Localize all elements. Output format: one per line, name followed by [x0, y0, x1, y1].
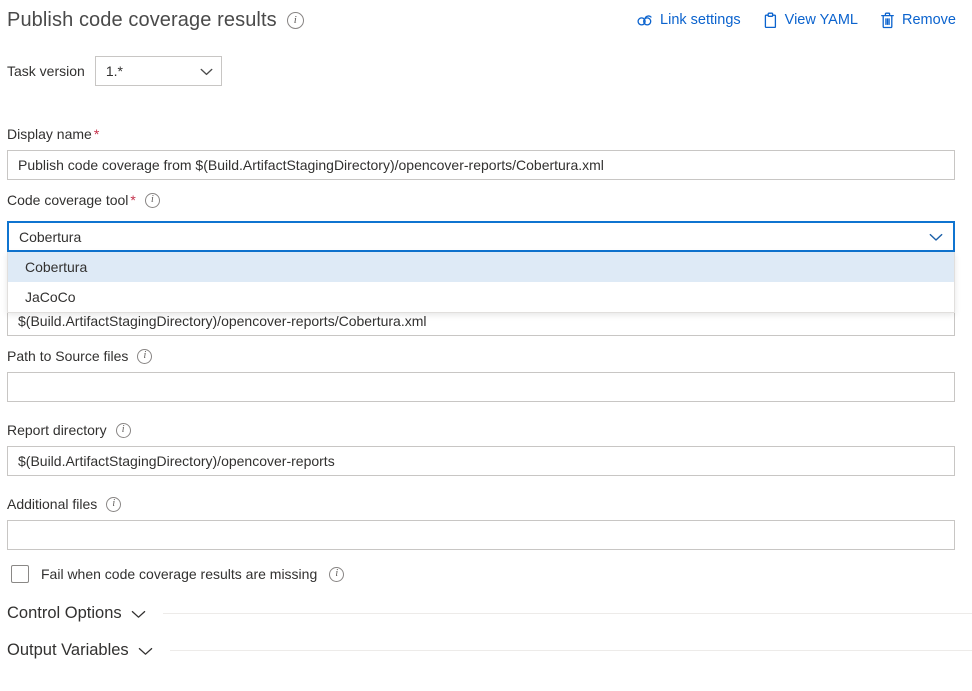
view-yaml-label: View YAML [784, 12, 858, 28]
chevron-down-icon[interactable] [138, 643, 153, 659]
code-coverage-tool-label: Code coverage tool * [7, 192, 136, 208]
info-icon[interactable]: i [106, 496, 122, 512]
path-to-source-files-input[interactable] [7, 372, 955, 402]
trash-icon [880, 12, 895, 29]
task-version-select[interactable]: 1.* [94, 56, 222, 86]
link-icon [636, 13, 653, 28]
header-actions: Link settings View YAML Remove [636, 12, 956, 29]
link-settings-label: Link settings [660, 12, 741, 28]
control-options-section[interactable]: Control Options [7, 604, 972, 623]
path-to-source-files-label: Path to Source files [7, 348, 129, 364]
task-editor-panel: Publish code coverage results i Link set… [0, 0, 972, 691]
fail-when-missing-checkbox[interactable] [11, 565, 29, 583]
output-variables-section[interactable]: Output Variables [7, 641, 972, 660]
code-coverage-tool-label-group: Code coverage tool * i [7, 191, 955, 216]
display-name-input[interactable] [7, 150, 955, 180]
code-coverage-tool-label-row: Code coverage tool * i [7, 191, 955, 209]
code-coverage-tool-combobox: Cobertura Cobertura JaCoCo [7, 221, 955, 313]
required-marker: * [130, 192, 136, 208]
info-icon[interactable]: i [286, 11, 304, 29]
remove-button[interactable]: Remove [880, 12, 956, 29]
display-name-field-group: Display name * [7, 125, 955, 180]
report-directory-label-row: Report directory i [7, 421, 955, 439]
info-icon[interactable]: i [329, 566, 345, 582]
required-marker: * [93, 126, 100, 142]
task-version-value: 1.* [105, 63, 123, 79]
divider [169, 650, 972, 651]
fail-when-missing-row: Fail when code coverage results are miss… [11, 565, 345, 583]
link-settings-button[interactable]: Link settings [636, 12, 741, 28]
additional-files-label-row: Additional files i [7, 495, 955, 513]
report-directory-group: Report directory i [7, 421, 955, 476]
report-directory-input[interactable] [7, 446, 955, 476]
panel-header: Publish code coverage results i Link set… [0, 0, 972, 40]
chevron-down-icon [200, 63, 213, 79]
remove-label: Remove [902, 12, 956, 28]
info-icon[interactable]: i [115, 422, 131, 438]
title-group: Publish code coverage results i [7, 9, 304, 32]
report-directory-label: Report directory [7, 422, 107, 438]
divider [162, 613, 972, 614]
option-cobertura[interactable]: Cobertura [8, 252, 954, 282]
code-coverage-tool-option-list: Cobertura JaCoCo [7, 252, 955, 313]
info-icon[interactable]: i [137, 348, 153, 364]
code-coverage-tool-combobox-input[interactable]: Cobertura [7, 221, 955, 252]
view-yaml-button[interactable]: View YAML [763, 12, 858, 29]
option-label: Cobertura [25, 259, 88, 275]
option-jacoco[interactable]: JaCoCo [8, 282, 954, 312]
path-to-source-files-group: Path to Source files i [7, 347, 955, 402]
option-label: JaCoCo [25, 289, 76, 305]
code-coverage-tool-value: Cobertura [19, 228, 82, 245]
display-name-label-row: Display name * [7, 125, 955, 143]
info-icon[interactable]: i [144, 192, 160, 208]
chevron-down-icon[interactable] [929, 229, 943, 245]
display-name-label: Display name * [7, 126, 100, 142]
task-version-row: Task version 1.* [7, 56, 222, 86]
chevron-down-icon[interactable] [131, 606, 146, 622]
clipboard-icon [763, 12, 778, 29]
control-options-title: Control Options [7, 604, 122, 622]
additional-files-label: Additional files [7, 496, 98, 512]
path-to-source-files-label-row: Path to Source files i [7, 347, 955, 365]
output-variables-title: Output Variables [7, 641, 129, 659]
fail-when-missing-label: Fail when code coverage results are miss… [41, 566, 318, 582]
additional-files-input[interactable] [7, 520, 955, 550]
page-title: Publish code coverage results [7, 8, 277, 31]
task-version-label: Task version [7, 63, 85, 79]
additional-files-group: Additional files i [7, 495, 955, 550]
